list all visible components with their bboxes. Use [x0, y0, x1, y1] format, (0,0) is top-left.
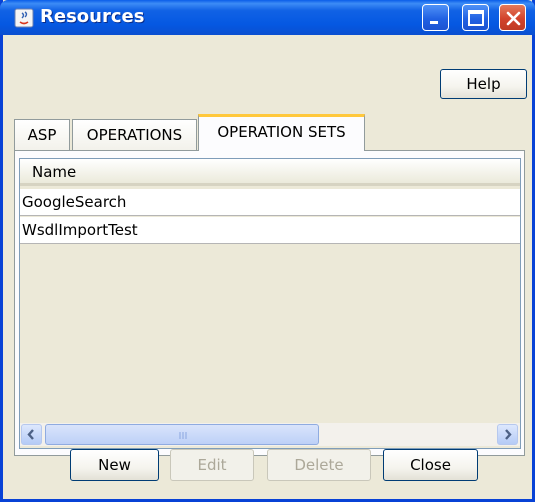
table-row[interactable]: GoogleSearch — [20, 189, 520, 216]
title-bar[interactable]: Resources — [0, 0, 535, 35]
close-window-button[interactable] — [499, 4, 526, 31]
close-button-label: Close — [410, 456, 451, 474]
operation-sets-table: Name GoogleSearch WsdlImportTest — [19, 158, 521, 449]
help-button-label: Help — [466, 75, 501, 93]
java-app-icon — [14, 8, 34, 28]
delete-button[interactable]: Delete — [267, 449, 371, 481]
scroll-left-button[interactable] — [21, 424, 42, 445]
table-cell-name: WsdlImportTest — [22, 221, 138, 239]
horizontal-scrollbar[interactable] — [20, 423, 520, 446]
window-title: Resources — [40, 6, 145, 27]
tab-asp-label: ASP — [27, 126, 57, 144]
table-cell-name: GoogleSearch — [22, 193, 127, 211]
tab-operation-sets-label: OPERATION SETS — [217, 123, 346, 141]
operation-sets-panel: Name GoogleSearch WsdlImportTest — [14, 150, 525, 456]
column-header-name[interactable]: Name — [20, 159, 520, 186]
chevron-right-icon — [505, 429, 512, 440]
tab-asp[interactable]: ASP — [14, 119, 70, 151]
column-header-name-label: Name — [32, 163, 77, 181]
scroll-thumb[interactable] — [45, 424, 319, 445]
new-button[interactable]: New — [70, 449, 159, 481]
new-button-label: New — [98, 456, 131, 474]
scroll-right-button[interactable] — [497, 424, 518, 445]
close-icon — [506, 11, 521, 26]
minimize-icon — [430, 21, 438, 24]
resources-window: Resources Help ASP OPERATIONS OPERATION … — [0, 0, 535, 502]
tab-operation-sets[interactable]: OPERATION SETS — [198, 114, 365, 151]
maximize-icon — [468, 10, 484, 26]
grip-icon — [179, 432, 187, 439]
edit-button-label: Edit — [197, 456, 227, 474]
edit-button[interactable]: Edit — [170, 449, 254, 481]
table-row[interactable]: WsdlImportTest — [20, 217, 520, 244]
close-button[interactable]: Close — [383, 449, 478, 481]
minimize-button[interactable] — [422, 4, 449, 31]
chevron-left-icon — [27, 429, 34, 440]
tab-operations[interactable]: OPERATIONS — [72, 119, 197, 151]
maximize-button[interactable] — [462, 4, 489, 31]
help-button[interactable]: Help — [440, 69, 527, 99]
delete-button-label: Delete — [294, 456, 344, 474]
tab-operations-label: OPERATIONS — [86, 126, 183, 144]
